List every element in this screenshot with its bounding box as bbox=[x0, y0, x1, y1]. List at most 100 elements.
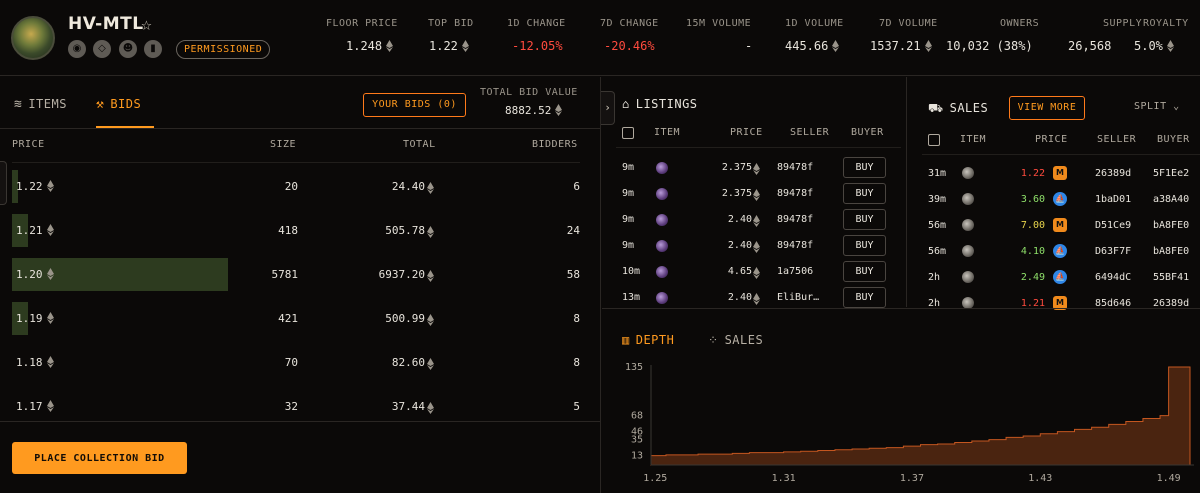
column-header-buyer[interactable]: BUYER bbox=[851, 127, 884, 138]
table-row[interactable]: 1.18 70 82.60 8 bbox=[0, 341, 600, 385]
sale-buyer[interactable]: bA8FE0 bbox=[1153, 220, 1189, 231]
buy-button[interactable]: BUY bbox=[843, 261, 886, 282]
listing-row[interactable]: 10m 4.65 1a7506 BUY bbox=[602, 259, 907, 285]
table-row[interactable]: 1.19 421 500.99 8 bbox=[0, 297, 600, 341]
column-header-price[interactable]: PRICE bbox=[1035, 134, 1068, 145]
listing-row[interactable]: 9m 2.375 89478f BUY bbox=[602, 155, 907, 181]
sale-seller[interactable]: 26389d bbox=[1095, 168, 1131, 179]
chevron-right-icon[interactable]: › bbox=[601, 91, 615, 125]
clock-icon bbox=[928, 134, 940, 147]
listing-seller[interactable]: 89478f bbox=[777, 240, 813, 251]
view-more-button[interactable]: VIEW MORE bbox=[1009, 96, 1085, 120]
collection-name[interactable]: HV-MTL bbox=[68, 14, 144, 34]
buy-button[interactable]: BUY bbox=[843, 235, 886, 256]
depth-chart[interactable]: 133546681351.25 1.31 1.37 1.43 1.49 bbox=[602, 359, 1200, 493]
opensea-icon: ⛵ bbox=[1053, 192, 1067, 206]
listing-price: 2.40 bbox=[727, 240, 752, 251]
column-header-size[interactable]: SIZE bbox=[270, 139, 296, 150]
eth-icon bbox=[427, 358, 434, 370]
sale-time: 31m bbox=[928, 168, 947, 179]
column-header-total[interactable]: TOTAL bbox=[403, 139, 436, 150]
table-row[interactable]: 1.21 418 505.78 24 bbox=[0, 209, 600, 253]
column-header-seller[interactable]: SELLER bbox=[790, 127, 829, 138]
x-tick-label: 1.25 bbox=[643, 473, 667, 484]
website-icon[interactable]: ◉ bbox=[68, 40, 86, 58]
sale-seller[interactable]: D51Ce9 bbox=[1095, 220, 1131, 231]
listing-seller[interactable]: EliBur… bbox=[777, 292, 819, 303]
nft-thumbnail[interactable] bbox=[962, 245, 974, 257]
divider bbox=[616, 147, 901, 148]
sale-row[interactable]: 56m 4.10 ⛵ D63F7F bA8FE0 bbox=[908, 238, 1200, 264]
favorite-star-icon[interactable]: ☆ bbox=[141, 14, 152, 35]
discord-icon[interactable]: ☻ bbox=[119, 40, 137, 58]
sale-buyer[interactable]: 55BF41 bbox=[1153, 272, 1189, 283]
stat-value-text: 10,032 (38%) bbox=[946, 39, 1033, 53]
bid-bidders: 24 bbox=[566, 224, 580, 237]
column-header-buyer[interactable]: BUYER bbox=[1157, 134, 1190, 145]
eth-icon bbox=[427, 226, 434, 238]
tab-items[interactable]: ≋ ITEMS bbox=[14, 97, 67, 112]
listing-seller[interactable]: 89478f bbox=[777, 188, 813, 199]
listing-row[interactable]: 9m 2.375 89478f BUY bbox=[602, 181, 907, 207]
column-header-item[interactable]: ITEM bbox=[654, 127, 680, 138]
column-header-price[interactable]: PRICE bbox=[730, 127, 763, 138]
nft-thumbnail[interactable] bbox=[656, 240, 668, 252]
sale-buyer[interactable]: bA8FE0 bbox=[1153, 246, 1189, 257]
listing-seller[interactable]: 1a7506 bbox=[777, 266, 813, 277]
nft-thumbnail[interactable] bbox=[656, 266, 668, 278]
opensea-icon[interactable]: ◇ bbox=[93, 40, 111, 58]
stat-label-1d-volume: 1D VOLUME bbox=[785, 18, 844, 29]
stat-label-owners: OWNERS bbox=[1000, 18, 1040, 29]
listing-row[interactable]: 9m 2.40 89478f BUY bbox=[602, 207, 907, 233]
table-row[interactable]: 1.22 20 24.40 6 bbox=[0, 165, 600, 209]
column-header-item[interactable]: ITEM bbox=[960, 134, 986, 145]
nft-thumbnail[interactable] bbox=[962, 167, 974, 179]
buy-button[interactable]: BUY bbox=[843, 183, 886, 204]
buy-button[interactable]: BUY bbox=[843, 157, 886, 178]
stats-icon[interactable]: ▮ bbox=[144, 40, 162, 58]
collection-avatar[interactable] bbox=[11, 16, 55, 60]
listing-seller[interactable]: 89478f bbox=[777, 214, 813, 225]
stat-value-royalty: 5.0% bbox=[1134, 39, 1174, 53]
eth-icon bbox=[1166, 40, 1174, 52]
place-collection-bid-button[interactable]: PLACE COLLECTION BID bbox=[12, 442, 187, 474]
sale-row[interactable]: 31m 1.22 M 26389d 5F1Ee2 bbox=[908, 160, 1200, 186]
table-row[interactable]: 1.17 32 37.44 5 bbox=[0, 385, 600, 429]
column-header-bidders[interactable]: BIDDERS bbox=[532, 139, 578, 150]
column-header-price[interactable]: PRICE bbox=[12, 139, 45, 150]
stat-value-text: 5.0% bbox=[1134, 39, 1163, 53]
your-bids-button[interactable]: YOUR BIDS (0) bbox=[363, 93, 466, 117]
divider bbox=[0, 421, 600, 422]
tab-depth[interactable]: ▥ DEPTH bbox=[622, 333, 674, 347]
stat-label-15m-volume: 15M VOLUME bbox=[686, 18, 752, 29]
sale-row[interactable]: 56m 7.00 M D51Ce9 bA8FE0 bbox=[908, 212, 1200, 238]
listing-row[interactable]: 9m 2.40 89478f BUY bbox=[602, 233, 907, 259]
nft-thumbnail[interactable] bbox=[656, 162, 668, 174]
tab-bids[interactable]: ⚒ BIDS bbox=[96, 97, 141, 112]
buy-button[interactable]: BUY bbox=[843, 287, 886, 308]
magic-eden-icon: M bbox=[1053, 218, 1067, 232]
sale-row[interactable]: 39m 3.60 ⛵ 1baD01 a38A40 bbox=[908, 186, 1200, 212]
sale-buyer[interactable]: a38A40 bbox=[1153, 194, 1189, 205]
bid-price-text: 1.18 bbox=[16, 356, 43, 369]
nft-thumbnail[interactable] bbox=[656, 292, 668, 304]
sale-seller[interactable]: 6494dC bbox=[1095, 272, 1131, 283]
buy-button[interactable]: BUY bbox=[843, 209, 886, 230]
nft-thumbnail[interactable] bbox=[656, 214, 668, 226]
sale-seller[interactable]: D63F7F bbox=[1095, 246, 1131, 257]
nft-thumbnail[interactable] bbox=[962, 193, 974, 205]
sale-seller[interactable]: 1baD01 bbox=[1095, 194, 1131, 205]
listing-seller[interactable]: 89478f bbox=[777, 162, 813, 173]
table-row[interactable]: 1.20 5781 6937.20 58 bbox=[0, 253, 600, 297]
bid-total: 500.99 bbox=[385, 312, 425, 325]
eth-icon bbox=[753, 215, 760, 227]
split-dropdown[interactable]: SPLIT ⌄ bbox=[1134, 101, 1180, 112]
nft-thumbnail[interactable] bbox=[656, 188, 668, 200]
stat-value-15m-volume: - bbox=[745, 39, 752, 53]
nft-thumbnail[interactable] bbox=[962, 271, 974, 283]
column-header-seller[interactable]: SELLER bbox=[1097, 134, 1136, 145]
sale-row[interactable]: 2h 2.49 ⛵ 6494dC 55BF41 bbox=[908, 264, 1200, 290]
sale-buyer[interactable]: 5F1Ee2 bbox=[1153, 168, 1189, 179]
nft-thumbnail[interactable] bbox=[962, 219, 974, 231]
tab-sales-chart[interactable]: ⁘ SALES bbox=[708, 333, 763, 347]
